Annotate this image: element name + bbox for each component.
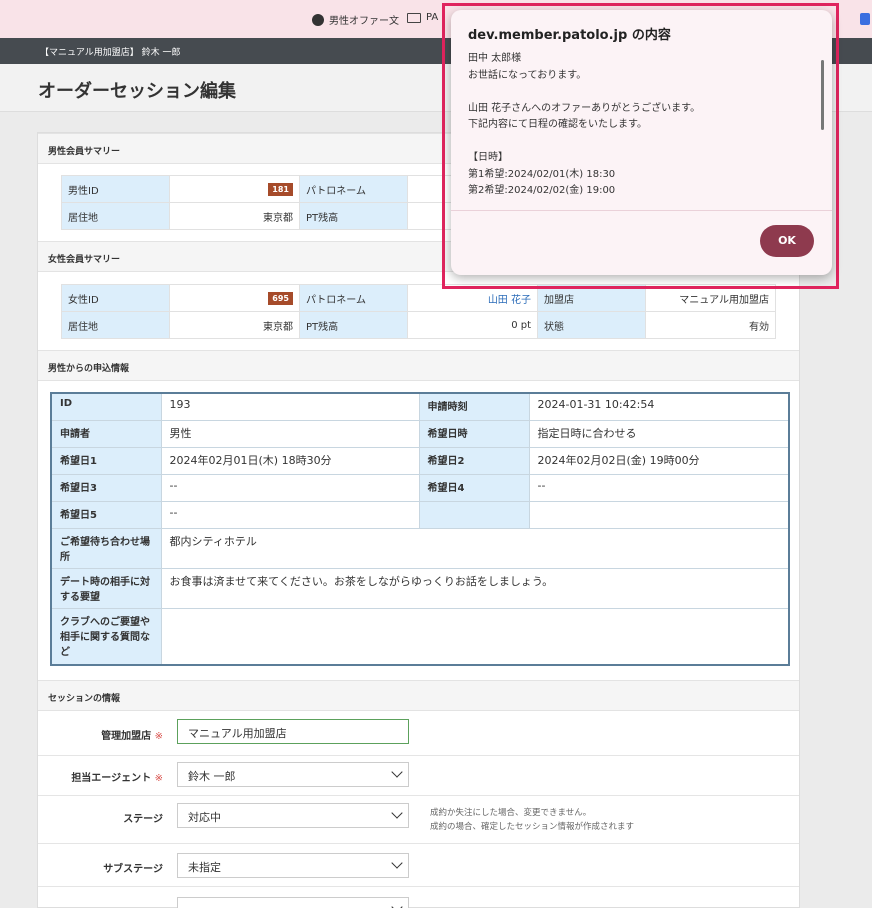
folder-icon <box>407 12 421 23</box>
female-patoro-label: パトロネーム <box>299 284 408 312</box>
dialog-message: 田中 太郎様 お世話になっております。 山田 花子さんへのオファーありがとうござ… <box>468 51 808 211</box>
form-row-next <box>38 887 799 908</box>
globe-icon <box>312 13 324 26</box>
app-id-value: 193 <box>160 392 420 421</box>
app-date4-value: -- <box>528 473 790 502</box>
page-title: オーダーセッション編集 <box>38 81 236 102</box>
chevron-down-icon <box>391 901 403 908</box>
dialog-scrollbar[interactable] <box>821 60 824 130</box>
female-residence-label: 居住地 <box>61 311 170 339</box>
required-mark: ※ <box>154 731 163 742</box>
app-time-value: 2024-01-31 10:42:54 <box>528 392 790 421</box>
app-date5-value: -- <box>160 500 420 529</box>
male-id-label: 男性ID <box>61 175 170 203</box>
bookmark-male-offer[interactable]: 男性オファー文 <box>312 12 399 27</box>
dialog-line: 第1希望:2024/02/01(木) 18:30 <box>468 168 616 180</box>
app-date3-value: -- <box>160 473 420 502</box>
app-place-label: ご希望待ち合わせ場所 <box>50 527 162 569</box>
dialog-line: 【日時】 <box>468 152 508 163</box>
app-applicant-value: 男性 <box>160 419 420 448</box>
male-residence-label: 居住地 <box>61 202 170 230</box>
form-row-stage: ステージ 対応中 成約か失注にした場合、変更できません。 成約の場合、確定したセ… <box>38 796 799 844</box>
application-table: ID 193 申請時刻 2024-01-31 10:42:54 申請者 男性 希… <box>50 392 790 666</box>
substage-select-value: 未指定 <box>188 861 221 874</box>
agent-select-value: 鈴木 一郎 <box>188 770 236 783</box>
app-desired-value: 指定日時に合わせる <box>528 419 790 448</box>
stage-help-line: 成約か失注にした場合、変更できません。 <box>430 808 592 818</box>
form-row-substage: サブステージ 未指定 <box>38 844 799 887</box>
app-request-label: デート時の相手に対する要望 <box>50 567 162 609</box>
chevron-down-icon <box>391 857 403 869</box>
app-request-value: お食事は済ませて来てください。お茶をしながらゆっくりお話をしましょう。 <box>160 567 790 609</box>
female-status-value: 有効 <box>645 311 776 339</box>
dialog-line <box>468 84 808 101</box>
female-id-label: 女性ID <box>61 284 170 312</box>
stage-select-value: 対応中 <box>188 811 221 824</box>
chevron-down-icon <box>391 766 403 778</box>
alert-dialog: dev.member.patolo.jp の内容 田中 太郎様 お世話になってお… <box>451 10 832 275</box>
app-club-label: クラブへのご要望や相手に関する質問など <box>50 607 162 666</box>
female-status-label: 状態 <box>537 311 646 339</box>
chevron-down-icon <box>391 807 403 819</box>
female-pt-label: PT残高 <box>299 311 408 339</box>
app-date5-label: 希望日5 <box>50 500 162 529</box>
dialog-line: 下記内容にて日程の確認をいたします。 <box>468 119 647 130</box>
male-pt-label: PT残高 <box>299 202 408 230</box>
app-date1-value: 2024年02月01日(木) 18時30分 <box>160 446 420 475</box>
female-summary-table: 女性ID 695 パトロネーム 山田 花子 加盟店 マニュアル用加盟店 居住地 … <box>61 284 776 339</box>
female-id-value: 695 <box>169 284 300 312</box>
app-date2-value: 2024年02月02日(金) 19時00分 <box>528 446 790 475</box>
stage-select[interactable]: 対応中 <box>177 803 409 828</box>
extension-icon[interactable] <box>860 13 870 25</box>
shop-label: 管理加盟店 ※ <box>101 731 163 742</box>
required-mark: ※ <box>154 773 163 784</box>
female-patoro-link[interactable]: 山田 花子 <box>488 295 531 306</box>
dialog-line: お世話になっております。 <box>468 69 587 81</box>
bookmark-label: 男性オファー文 <box>329 16 399 27</box>
app-empty-label <box>418 500 530 529</box>
male-patoro-label: パトロネーム <box>299 175 408 203</box>
agent-label: 担当エージェント ※ <box>71 773 163 784</box>
agent-select[interactable]: 鈴木 一郎 <box>177 762 409 787</box>
dialog-divider <box>451 210 832 211</box>
dialog-line: 田中 太郎様 <box>468 53 522 64</box>
male-residence-value: 東京都 <box>169 202 300 230</box>
bookmark-folder[interactable]: PA <box>407 12 438 23</box>
shop-input[interactable]: マニュアル用加盟店 <box>177 719 409 744</box>
dialog-title: dev.member.patolo.jp の内容 <box>468 28 671 43</box>
app-applicant-label: 申請者 <box>50 419 162 448</box>
dialog-line: 第2希望:2024/02/02(金) 19:00 <box>468 185 616 196</box>
app-desired-label: 希望日時 <box>418 419 530 448</box>
form-row-agent: 担当エージェント ※ 鈴木 一郎 <box>38 756 799 796</box>
dialog-line: 山田 花子さんへのオファーありがとうございます。 <box>468 102 701 114</box>
app-empty-value <box>528 500 790 529</box>
app-place-value: 都内シティホテル <box>160 527 790 569</box>
app-club-value <box>160 607 790 666</box>
male-id-badge[interactable]: 181 <box>268 182 293 196</box>
app-date4-label: 希望日4 <box>418 473 530 502</box>
next-select[interactable] <box>177 897 409 908</box>
substage-select[interactable]: 未指定 <box>177 853 409 878</box>
stage-label: ステージ <box>123 814 163 825</box>
male-id-value: 181 <box>169 175 300 203</box>
female-residence-value: 東京都 <box>169 311 300 339</box>
application-header: 男性からの申込情報 <box>38 350 799 381</box>
female-id-badge[interactable]: 695 <box>268 291 293 305</box>
ok-button[interactable]: OK <box>760 225 814 257</box>
app-date1-label: 希望日1 <box>50 446 162 475</box>
bookmark-label: PA <box>426 12 439 23</box>
session-header: セッションの情報 <box>38 680 799 711</box>
substage-label: サブステージ <box>103 864 163 875</box>
app-id-label: ID <box>50 392 162 421</box>
stage-help: 成約か失注にした場合、変更できません。 成約の場合、確定したセッション情報が作成… <box>430 806 634 834</box>
app-date3-label: 希望日3 <box>50 473 162 502</box>
stage-help-line: 成約の場合、確定したセッション情報が作成されます <box>430 822 635 832</box>
app-date2-label: 希望日2 <box>418 446 530 475</box>
app-time-label: 申請時刻 <box>418 392 530 421</box>
dialog-line <box>468 134 808 151</box>
female-pt-value: 0 pt <box>407 311 538 339</box>
form-row-shop: 管理加盟店 ※ マニュアル用加盟店 <box>38 711 799 756</box>
